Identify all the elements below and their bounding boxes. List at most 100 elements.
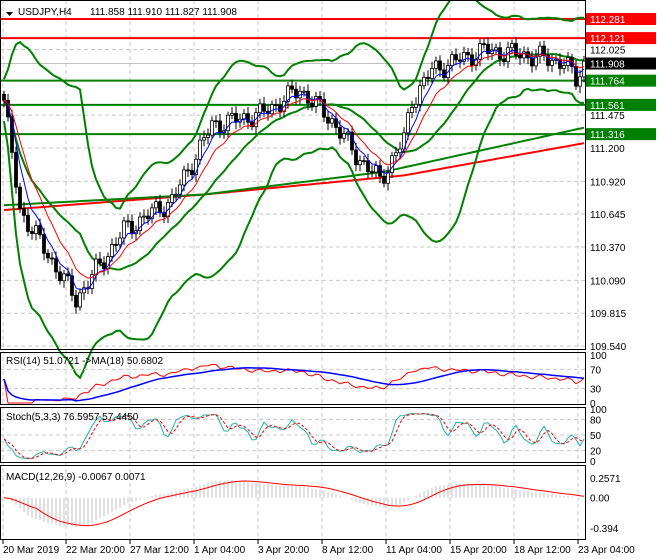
stoch-tick: 0 xyxy=(590,457,596,468)
candle-bear xyxy=(278,104,282,112)
candle-bear xyxy=(530,57,534,67)
candle-bear xyxy=(14,151,18,188)
candle-bear xyxy=(98,258,102,264)
price-tick: 109.815 xyxy=(590,309,627,320)
candle-bull xyxy=(174,193,178,196)
candle-bear xyxy=(66,273,70,277)
candle-bear xyxy=(58,271,62,282)
candle-bull xyxy=(330,118,334,124)
time-label: 22 Mar 20:00 xyxy=(66,545,125,556)
candle-bull xyxy=(562,65,566,69)
price-tick: 109.540 xyxy=(590,342,627,353)
candle-bear xyxy=(42,234,46,254)
macd-tick: -0.394 xyxy=(590,524,619,535)
candle-bear xyxy=(214,120,218,123)
candle-bear xyxy=(46,252,50,259)
candle-bull xyxy=(202,137,206,141)
candle-bear xyxy=(438,60,442,71)
candle-bull xyxy=(374,165,378,173)
time-label: 11 Apr 04:00 xyxy=(386,545,442,556)
candle-bear xyxy=(30,231,34,234)
candle-bear xyxy=(518,54,522,59)
rsi-label: RSI(14) 51.0721 ->MA(18) 50.6802 xyxy=(6,356,163,367)
candle-bear xyxy=(366,160,370,172)
candle-bear xyxy=(114,243,118,246)
candle-bull xyxy=(510,43,514,49)
candle-bull xyxy=(430,67,434,79)
price-tick: 110.370 xyxy=(590,243,626,254)
candle-bull xyxy=(450,54,454,66)
long-ma-green-line xyxy=(3,126,585,207)
candle-bear xyxy=(274,104,278,107)
stoch-tick: 50 xyxy=(590,431,602,442)
time-label: 3 Apr 20:00 xyxy=(258,545,310,556)
candle-bull xyxy=(398,148,402,154)
current-price-label: 111.908 xyxy=(590,59,625,70)
candle-bear xyxy=(458,59,462,62)
candle-bear xyxy=(190,170,194,176)
candle-bear xyxy=(146,215,150,219)
level-price-label: 111.316 xyxy=(590,130,625,141)
macd-label: MACD(12,26,9) -0.0067 0.0071 xyxy=(6,472,146,483)
candle-bear xyxy=(338,127,342,139)
level-price-label: 111.764 xyxy=(590,77,625,88)
candle-bear xyxy=(262,103,266,112)
candle-bear xyxy=(482,43,486,45)
candle-bull xyxy=(302,90,306,93)
level-price-label: 112.121 xyxy=(590,34,626,45)
candle-bear xyxy=(38,225,42,235)
candle-bull xyxy=(414,103,418,108)
candle-bull xyxy=(170,194,174,203)
macd-tick: 0.2571 xyxy=(590,474,621,485)
candle-bear xyxy=(502,58,506,63)
stoch-tick: 20 xyxy=(590,447,602,458)
candle-bear xyxy=(130,220,134,235)
stoch-tick: 100 xyxy=(590,405,607,416)
candle-bull xyxy=(418,85,422,105)
time-label: 20 Mar 2019 xyxy=(3,545,60,556)
candle-bull xyxy=(34,225,38,234)
ema-fast-line xyxy=(3,49,585,291)
candle-bear xyxy=(362,160,366,163)
candle-bull xyxy=(154,201,158,209)
level-price-label: 112.281 xyxy=(590,15,626,26)
candle-bull xyxy=(78,292,82,308)
candle-bear xyxy=(326,116,330,124)
macd-signal-line xyxy=(3,480,585,527)
time-label: 27 Mar 12:00 xyxy=(130,545,189,556)
stoch-tick: 80 xyxy=(590,415,602,426)
candle-bear xyxy=(50,257,54,260)
candle-bear xyxy=(22,208,26,216)
candle-bear xyxy=(234,112,238,123)
candle-bear xyxy=(558,58,562,69)
candle-bull xyxy=(358,160,362,166)
candle-bear xyxy=(382,175,386,184)
candle-bear xyxy=(18,186,22,209)
candle-bull xyxy=(422,76,426,87)
candle-bear xyxy=(2,93,6,101)
candle-bull xyxy=(230,112,234,116)
chart-canvas[interactable]: 112.281112.121111.764111.561111.316111.9… xyxy=(0,0,660,560)
candle-bear xyxy=(126,220,130,223)
time-label: 18 Apr 12:00 xyxy=(514,545,571,556)
time-label: 23 Apr 04:00 xyxy=(578,545,635,556)
candle-bear xyxy=(426,76,430,79)
stoch-label: Stoch(5,3,3) 76.5957 57.4450 xyxy=(6,412,139,423)
price-tick: 111.200 xyxy=(590,144,625,155)
candle-bear xyxy=(218,120,222,134)
candle-bull xyxy=(142,215,146,218)
candle-bull xyxy=(434,60,438,69)
candle-bull xyxy=(206,134,210,138)
dropdown-triangle-icon[interactable] xyxy=(6,12,13,16)
candle-bull xyxy=(550,59,554,66)
candle-bull xyxy=(110,243,114,257)
candle-bull xyxy=(270,104,274,115)
trading-chart[interactable]: 112.281 112.121 111.764 111.561 111.316 111.9… xyxy=(0,0,660,560)
candle-bull xyxy=(406,112,410,134)
time-label: 8 Apr 12:00 xyxy=(322,545,374,556)
candle-bull xyxy=(94,258,98,276)
candle-bull xyxy=(62,273,66,282)
price-tick: 112.025 xyxy=(590,46,626,57)
candle-bear xyxy=(310,102,314,107)
candle-bear xyxy=(454,54,458,61)
